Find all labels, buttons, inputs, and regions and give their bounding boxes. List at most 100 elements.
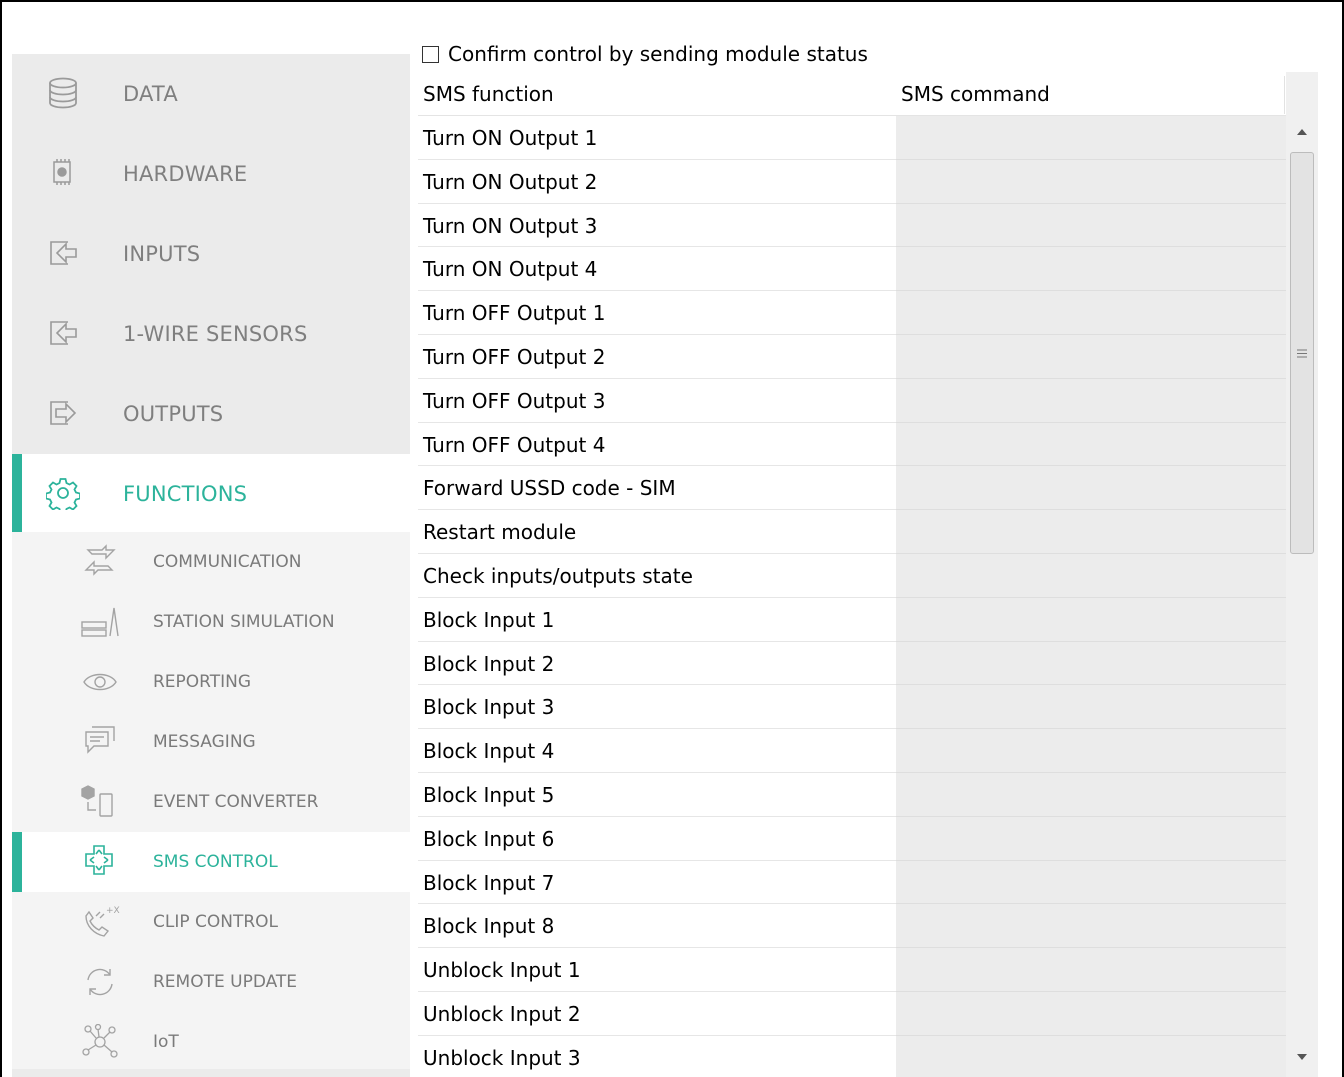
table-row[interactable]: Turn ON Output 4 <box>418 247 1286 292</box>
sms-command-cell[interactable] <box>896 641 1286 686</box>
sidebar-item-label: DATA <box>123 82 178 106</box>
sms-command-cell[interactable] <box>896 772 1286 817</box>
table-row[interactable]: Block Input 7 <box>418 860 1286 905</box>
sms-command-cell[interactable] <box>896 466 1286 511</box>
sidebar-item-label: EVENT CONVERTER <box>153 792 319 812</box>
sms-function-cell: Turn ON Output 4 <box>418 247 896 292</box>
table-row[interactable]: Turn OFF Output 2 <box>418 334 1286 379</box>
chip-icon <box>53 159 71 185</box>
sms-command-cell[interactable] <box>896 597 1286 642</box>
table-row[interactable]: Unblock Input 2 <box>418 991 1286 1036</box>
sidebar-subitem-station-simulation[interactable]: STATION SIMULATION <box>12 592 410 652</box>
table-row[interactable]: Turn ON Output 3 <box>418 203 1286 248</box>
sms-function-cell: Block Input 5 <box>418 773 896 817</box>
table-row[interactable]: Block Input 5 <box>418 772 1286 817</box>
vertical-scrollbar[interactable] <box>1286 116 1318 1077</box>
table-row[interactable]: Turn ON Output 1 <box>418 116 1286 160</box>
table-row[interactable]: Unblock Input 1 <box>418 948 1286 992</box>
sidebar-subitem-messaging[interactable]: MESSAGING <box>12 712 410 772</box>
sidebar-subitem-iot[interactable]: IoT <box>12 1012 410 1072</box>
confirm-control-option[interactable]: Confirm control by sending module status <box>422 40 868 68</box>
sidebar-subitem-event-converter[interactable]: EVENT CONVERTER <box>12 772 410 832</box>
sms-command-cell[interactable] <box>896 116 1286 160</box>
column-header-sms-command[interactable]: SMS command <box>901 72 1050 116</box>
table-row[interactable]: Turn OFF Output 1 <box>418 291 1286 335</box>
table-row[interactable]: Block Input 8 <box>418 904 1286 949</box>
sms-function-cell: Restart module <box>418 510 896 554</box>
sms-command-cell[interactable] <box>896 860 1286 905</box>
table-body: Turn ON Output 1 Turn ON Output 2 Turn ON … <box>418 116 1286 1077</box>
sms-command-cell[interactable] <box>896 422 1286 467</box>
sidebar-item-label: SMS CONTROL <box>153 852 278 872</box>
scroll-up-arrow-icon[interactable] <box>1286 116 1318 148</box>
sidebar-subitem-communication[interactable]: COMMUNICATION <box>12 532 410 592</box>
gear-icon <box>46 478 80 510</box>
sms-function-cell: Block Input 7 <box>418 861 896 905</box>
sidebar-item-functions[interactable]: FUNCTIONS <box>12 454 410 534</box>
table-row[interactable]: Check inputs/outputs state <box>418 553 1286 598</box>
station-icon <box>81 607 119 637</box>
sms-function-table: SMS function SMS command Turn ON Output … <box>418 72 1286 1077</box>
event-converter-icon <box>81 785 113 817</box>
column-header-sms-function[interactable]: SMS function <box>423 72 554 116</box>
sidebar-item-outputs[interactable]: OUTPUTS <box>12 374 410 454</box>
sidebar-subitem-clip-control[interactable]: +XYZ CLIP CONTROL <box>12 892 410 952</box>
sms-command-cell[interactable] <box>896 948 1286 992</box>
sms-command-cell[interactable] <box>896 991 1286 1036</box>
sidebar: DATA HARDWARE INPUTS 1-WIRE SENSORS OUTP… <box>12 32 410 1077</box>
sms-command-cell[interactable] <box>896 816 1286 861</box>
sms-command-cell[interactable] <box>896 553 1286 598</box>
sms-function-cell: Unblock Input 3 <box>418 1036 896 1077</box>
sms-function-cell: Block Input 8 <box>418 904 896 949</box>
sms-command-cell[interactable] <box>896 510 1286 554</box>
sms-command-cell[interactable] <box>896 203 1286 248</box>
sms-function-cell: Unblock Input 1 <box>418 948 896 992</box>
sidebar-subitem-sms-control[interactable]: SMS CONTROL <box>12 832 410 892</box>
sidebar-item-label: 1-WIRE SENSORS <box>123 322 308 346</box>
table-row[interactable]: Block Input 6 <box>418 816 1286 861</box>
database-icon <box>49 77 77 109</box>
sidebar-item-label: IoT <box>153 1032 179 1052</box>
sms-command-cell[interactable] <box>896 334 1286 379</box>
sidebar-item-label: COMMUNICATION <box>153 552 302 572</box>
sms-command-cell[interactable] <box>896 685 1286 730</box>
sidebar-item-hardware[interactable]: HARDWARE <box>12 134 410 214</box>
sms-command-cell[interactable] <box>896 729 1286 773</box>
sms-function-cell: Turn OFF Output 3 <box>418 379 896 423</box>
sidebar-item-1-wire-sensors[interactable]: 1-WIRE SENSORS <box>12 294 410 374</box>
sms-function-cell: Block Input 4 <box>418 729 896 773</box>
table-row[interactable]: Forward USSD code - SIM <box>418 466 1286 511</box>
table-row[interactable]: Block Input 1 <box>418 597 1286 642</box>
sidebar-bottom-bar <box>12 1069 410 1077</box>
sidebar-item-inputs[interactable]: INPUTS <box>12 214 410 294</box>
sidebar-item-label: OUTPUTS <box>123 402 224 426</box>
sms-command-cell[interactable] <box>896 159 1286 204</box>
sms-command-cell[interactable] <box>896 904 1286 949</box>
chat-bubble-icon <box>85 726 115 754</box>
scrollbar-thumb[interactable] <box>1290 152 1314 554</box>
phone-icon: +XYZ <box>85 906 120 937</box>
table-row[interactable]: Unblock Input 3 <box>418 1035 1286 1077</box>
sms-command-cell[interactable] <box>896 378 1286 423</box>
sidebar-item-data[interactable]: DATA <box>12 54 410 134</box>
sidebar-subitem-reporting[interactable]: REPORTING <box>12 652 410 712</box>
table-row[interactable]: Turn OFF Output 3 <box>418 378 1286 423</box>
table-row[interactable]: Restart module <box>418 510 1286 554</box>
table-row[interactable]: Turn ON Output 2 <box>418 159 1286 204</box>
confirm-checkbox[interactable] <box>422 45 439 63</box>
header-separator <box>1284 76 1285 114</box>
scroll-down-arrow-icon[interactable] <box>1286 1041 1318 1073</box>
sms-control-icon <box>85 845 113 875</box>
sms-function-cell: Block Input 2 <box>418 642 896 686</box>
table-row[interactable]: Turn OFF Output 4 <box>418 422 1286 467</box>
sidebar-subitem-remote-update[interactable]: REMOTE UPDATE <box>12 952 410 1012</box>
sms-command-cell[interactable] <box>896 247 1286 292</box>
table-row[interactable]: Block Input 3 <box>418 685 1286 730</box>
sms-function-cell: Unblock Input 2 <box>418 992 896 1036</box>
table-row[interactable]: Block Input 2 <box>418 641 1286 686</box>
table-row[interactable]: Block Input 4 <box>418 729 1286 773</box>
sms-command-cell[interactable] <box>896 291 1286 335</box>
input-arrow-icon <box>50 321 77 345</box>
sms-command-cell[interactable] <box>896 1035 1286 1077</box>
grip-icon <box>1297 349 1307 358</box>
